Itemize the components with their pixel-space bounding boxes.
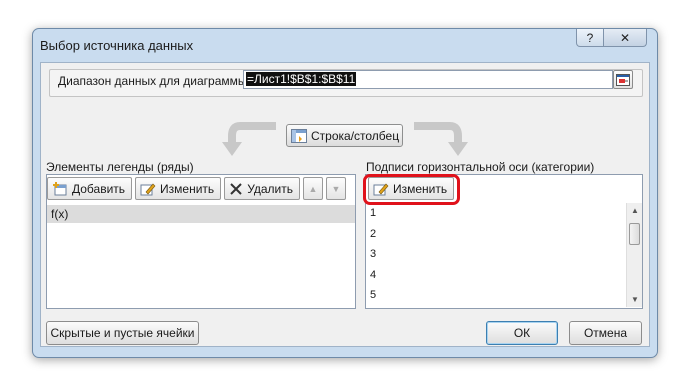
add-icon — [52, 181, 68, 196]
move-up-icon: ▲ — [308, 183, 318, 194]
left-curved-arrow-icon — [220, 122, 278, 158]
edit-series-button[interactable]: Изменить — [135, 177, 222, 200]
list-item[interactable]: 4 — [365, 266, 627, 287]
right-curved-arrow-icon — [412, 122, 470, 158]
close-button[interactable]: ✕ — [603, 29, 647, 47]
legend-series-item[interactable]: f(x) — [47, 205, 355, 223]
delete-icon — [229, 182, 243, 196]
list-item[interactable]: 1 — [365, 204, 627, 225]
help-button[interactable]: ? — [576, 29, 604, 47]
list-item[interactable]: 2 — [365, 225, 627, 246]
move-down-icon: ▼ — [331, 183, 341, 194]
range-collapse-button[interactable] — [613, 70, 633, 89]
add-series-button[interactable]: Добавить — [47, 177, 133, 200]
axis-category-list: 1 2 3 4 5 — [365, 204, 627, 307]
scroll-down-icon[interactable]: ▼ — [631, 295, 639, 304]
collapse-dialog-icon — [616, 73, 630, 86]
hidden-empty-cells-button[interactable]: Скрытые и пустые ячейки — [46, 321, 199, 345]
axis-labels-label: Подписи горизонтальной оси (категории) — [366, 160, 595, 174]
switch-row-column-icon — [291, 128, 307, 143]
legend-toolbar: Добавить Изменить Удалить ▲ ▼ — [47, 175, 347, 202]
list-item[interactable]: 5 — [365, 286, 627, 307]
ok-button[interactable]: ОК — [486, 321, 558, 345]
dialog-title: Выбор источника данных — [40, 38, 194, 53]
legend-entries-label: Элементы легенды (ряды) — [46, 160, 194, 174]
switch-row-column-label: Строка/столбец — [311, 128, 400, 143]
axis-list-scrollbar[interactable]: ▲ ▼ — [626, 203, 642, 307]
scrollbar-thumb[interactable] — [629, 223, 640, 245]
range-input[interactable]: =Лист1!$B$1:$B$11 — [243, 70, 613, 89]
switch-row-column-button[interactable]: Строка/столбец — [286, 124, 403, 147]
range-label: Диапазон данных для диаграммы: — [58, 74, 250, 88]
move-up-button[interactable]: ▲ — [303, 177, 324, 200]
list-item[interactable]: 3 — [365, 245, 627, 266]
scroll-up-icon[interactable]: ▲ — [631, 206, 639, 215]
delete-series-label: Удалить — [247, 181, 294, 196]
cancel-button[interactable]: Отмена — [569, 321, 642, 345]
add-series-label: Добавить — [72, 181, 126, 196]
delete-series-button[interactable]: Удалить — [224, 177, 301, 200]
range-value: =Лист1!$B$1:$B$11 — [246, 72, 357, 86]
move-down-button[interactable]: ▼ — [326, 177, 347, 200]
edit-series-label: Изменить — [160, 181, 215, 196]
edit-icon — [140, 182, 156, 196]
highlight-ring — [363, 174, 460, 205]
